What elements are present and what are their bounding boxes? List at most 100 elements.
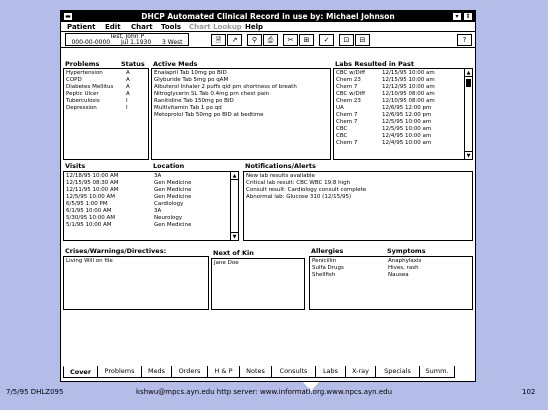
- list-item[interactable]: 6/1/95 10:00 AM 3A: [66, 208, 228, 215]
- scroll-down-icon[interactable]: ▼: [465, 151, 472, 159]
- list-item[interactable]: Depression I: [66, 105, 138, 112]
- list-item[interactable]: 12/15/95 08:30 AM Gen Medicine: [66, 180, 228, 187]
- patient-id-box[interactable]: Test, John P 000-00-0000 Jul 1,1930 3 We…: [65, 33, 189, 46]
- tab-specials[interactable]: Specials: [375, 366, 419, 378]
- export-icon[interactable]: ↗: [227, 34, 242, 46]
- scroll-up-icon[interactable]: ▲: [465, 69, 472, 77]
- labs-scrollbar[interactable]: ▲ ▼: [464, 69, 472, 159]
- list-item[interactable]: Enalapril Tab 10mg po BID: [154, 70, 328, 77]
- print-icon[interactable]: ⎙: [263, 34, 278, 46]
- labs-label: Labs Resulted in Past: [335, 60, 414, 68]
- list-item[interactable]: 12/5/95 10:00 AM Gen Medicine: [66, 194, 228, 201]
- view-icon[interactable]: ⊡: [339, 34, 354, 46]
- list-item[interactable]: Living Will on file: [66, 258, 206, 265]
- list-item[interactable]: Chem 7 12/12/95 10:00 am: [336, 84, 462, 91]
- list-item[interactable]: 12/11/95 10:00 AM Gen Medicine: [66, 187, 228, 194]
- menu-edit[interactable]: Edit: [105, 23, 121, 31]
- menu-patient[interactable]: Patient: [67, 23, 96, 31]
- table-icon[interactable]: ⊟: [355, 34, 370, 46]
- list-item[interactable]: Glyburide Tab 5mg po qAM: [154, 77, 328, 84]
- menu-tools[interactable]: Tools: [161, 23, 181, 31]
- tab-cover[interactable]: Cover: [63, 366, 97, 378]
- list-item[interactable]: Penicillin Anaphylaxis: [312, 258, 470, 265]
- list-item[interactable]: Sulfa Drugs Hives, rash: [312, 265, 470, 272]
- list-item[interactable]: CBC w/Diff 12/10/95 08:00 am: [336, 91, 462, 98]
- scroll-thumb[interactable]: [466, 79, 471, 87]
- list-item[interactable]: Chem 7 12/5/95 10:00 am: [336, 119, 462, 126]
- list-item[interactable]: Diabetes Mellitus A: [66, 84, 138, 91]
- tab-meds[interactable]: Meds: [141, 366, 171, 378]
- list-item[interactable]: CBC 12/5/95 10:00 am: [336, 126, 462, 133]
- visits-scrollbar[interactable]: ▲ ▼: [230, 172, 238, 240]
- restore-icon[interactable]: ⇕: [463, 12, 473, 21]
- grid-icon[interactable]: ⊞: [299, 34, 314, 46]
- list-item[interactable]: Hypertension A: [66, 70, 138, 77]
- crises-list[interactable]: Living Will on file: [63, 256, 209, 310]
- minimize-icon[interactable]: ▾: [452, 12, 462, 21]
- title-bar[interactable]: ▬ DHCP Automated Clinical Record in use …: [61, 11, 475, 22]
- list-item[interactable]: 5/30/95 10:00 AM Neurology: [66, 215, 228, 222]
- menu-help[interactable]: Help: [245, 23, 263, 31]
- notifications-list[interactable]: New lab results available Critical lab r…: [243, 171, 473, 241]
- list-item[interactable]: 5/1/95 10:00 AM Gen Medicine: [66, 222, 228, 229]
- list-item[interactable]: Albuterol Inhaler 2 puffs qid prn shortn…: [154, 84, 328, 91]
- next-of-kin-label: Next of Kin: [213, 249, 254, 257]
- tab-consults[interactable]: Consults: [271, 366, 315, 378]
- chart-tabs: Cover Problems Meds Orders H & P Notes C…: [63, 366, 473, 378]
- visits-label: Visits: [65, 162, 86, 170]
- list-item[interactable]: UA 12/6/95 12:00 pm: [336, 105, 462, 112]
- list-item[interactable]: Tuberculosis I: [66, 98, 138, 105]
- help-icon[interactable]: ?: [457, 34, 472, 46]
- page-number: 102: [522, 388, 536, 396]
- tab-h-and-p[interactable]: H & P: [207, 366, 239, 378]
- list-item[interactable]: Metoprolol Tab 50mg po BID at bedtime: [154, 112, 328, 119]
- next-of-kin-list[interactable]: Jane Doe: [211, 258, 305, 310]
- allergies-list[interactable]: Penicillin Anaphylaxis Sulfa Drugs Hives, …: [309, 256, 473, 310]
- list-item[interactable]: New lab results available: [246, 173, 470, 180]
- menu-bar: Patient Edit Chart Tools Chart Lookup He…: [61, 22, 475, 32]
- active-meds-list[interactable]: Enalapril Tab 10mg po BID Glyburide Tab …: [151, 68, 331, 160]
- list-item[interactable]: Peptic Ulcer A: [66, 91, 138, 98]
- list-item[interactable]: Abnormal lab: Glucose 310 (12/15/95): [246, 194, 470, 201]
- list-item[interactable]: Chem 7 12/6/95 12:00 pm: [336, 112, 462, 119]
- problems-label: Problems: [65, 60, 100, 68]
- tab-summary[interactable]: Summ.: [419, 366, 455, 378]
- search-icon[interactable]: ⚲: [247, 34, 262, 46]
- problems-status-label: Status: [121, 60, 145, 68]
- list-item[interactable]: Consult result: Cardiology consult compl…: [246, 187, 470, 194]
- list-item[interactable]: Nitroglycerin SL Tab 0.4mg prn chest pai…: [154, 91, 328, 98]
- list-item[interactable]: COPD A: [66, 77, 138, 84]
- list-item[interactable]: CBC w/Diff 12/15/95 10:00 am: [336, 70, 462, 77]
- list-item[interactable]: 6/5/95 1:00 PM Cardiology: [66, 201, 228, 208]
- tab-notes[interactable]: Notes: [239, 366, 271, 378]
- list-item[interactable]: Chem 23 12/10/95 08:00 am: [336, 98, 462, 105]
- application-window: ▬ DHCP Automated Clinical Record in use …: [60, 10, 476, 382]
- list-item[interactable]: CBC 12/4/95 10:00 am: [336, 133, 462, 140]
- menu-chart-lookup[interactable]: Chart Lookup: [189, 23, 242, 31]
- notifications-label: Notifications/Alerts: [245, 162, 316, 170]
- labs-list[interactable]: CBC w/Diff 12/15/95 10:00 am Chem 23 12/15…: [333, 68, 473, 160]
- list-item[interactable]: Chem 23 12/15/95 10:00 am: [336, 77, 462, 84]
- scroll-down-icon[interactable]: ▼: [231, 232, 238, 240]
- visits-list[interactable]: 12/18/95 10:00 AM 3A 12/15/95 08:30 AM Gen…: [63, 171, 239, 241]
- problems-list[interactable]: Hypertension A COPD A Diabetes Mellitus A P…: [63, 68, 149, 160]
- list-item[interactable]: Shellfish Nausea: [312, 272, 470, 279]
- symptoms-label: Symptoms: [387, 247, 426, 255]
- tab-problems[interactable]: Problems: [97, 366, 141, 378]
- sign-icon[interactable]: ✓: [319, 34, 334, 46]
- list-item[interactable]: Ranitidine Tab 150mg po BID: [154, 98, 328, 105]
- tab-xray[interactable]: X-ray: [345, 366, 375, 378]
- tab-orders[interactable]: Orders: [171, 366, 207, 378]
- window-title: DHCP Automated Clinical Record in use by…: [141, 12, 395, 21]
- new-document-icon[interactable]: 🗎: [211, 34, 226, 46]
- list-item[interactable]: 12/18/95 10:00 AM 3A: [66, 173, 228, 180]
- scroll-up-icon[interactable]: ▲: [231, 172, 238, 180]
- tab-labs[interactable]: Labs: [315, 366, 345, 378]
- control-menu-icon[interactable]: ▬: [63, 12, 73, 21]
- cut-icon[interactable]: ✂: [283, 34, 298, 46]
- list-item[interactable]: Jane Doe: [214, 260, 302, 267]
- list-item[interactable]: Chem 7 12/4/95 10:00 am: [336, 140, 462, 147]
- list-item[interactable]: Critical lab result: CBC WBC 19.8 high: [246, 180, 470, 187]
- menu-chart[interactable]: Chart: [131, 23, 153, 31]
- list-item[interactable]: Multivitamin Tab 1 po qd: [154, 105, 328, 112]
